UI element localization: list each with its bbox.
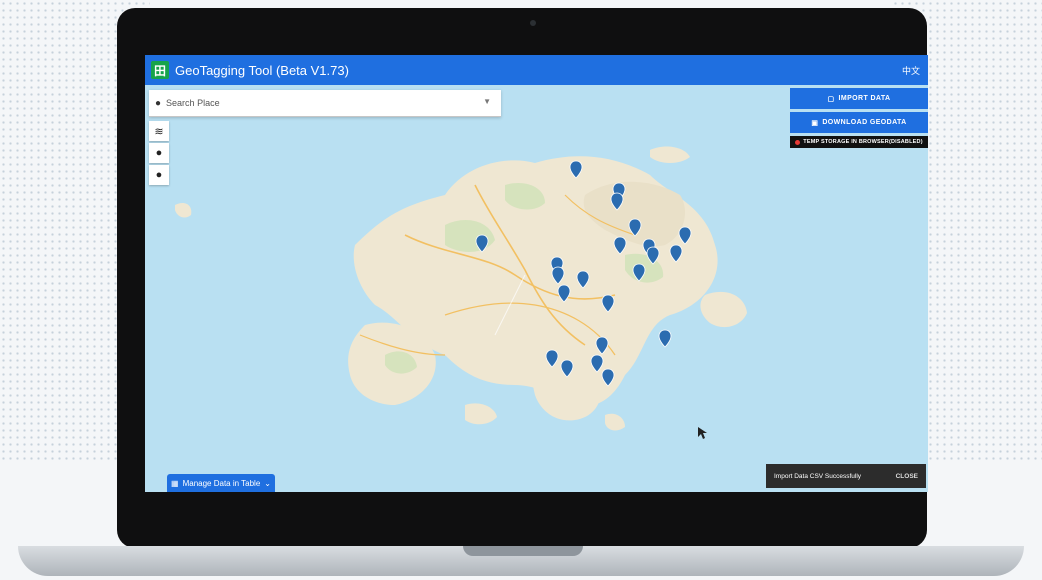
- download-geodata-label: DOWNLOAD GEODATA: [822, 119, 907, 126]
- location-pin-icon[interactable]: ●: [149, 165, 169, 185]
- table-icon: ▦: [171, 478, 179, 488]
- data-panel: ▢ IMPORT DATA ▣ DOWNLOAD GEODATA TEMP ST…: [790, 88, 928, 148]
- chevron-down-icon: ⌄: [264, 478, 271, 488]
- app-screen: 田 GeoTagging Tool (Beta V1.73) 中文 ● Sear…: [145, 55, 928, 492]
- close-button[interactable]: CLOSE: [896, 473, 918, 480]
- snackbar-message: Import Data CSV Successfully: [774, 472, 862, 480]
- app-header: 田 GeoTagging Tool (Beta V1.73) 中文: [145, 55, 928, 85]
- download-geodata-button[interactable]: ▣ DOWNLOAD GEODATA: [790, 112, 928, 133]
- temp-storage-status[interactable]: TEMP STORAGE IN BROWSER(DISABLED): [790, 136, 928, 148]
- app-title: GeoTagging Tool (Beta V1.73): [175, 62, 349, 78]
- file-icon: ▢: [827, 95, 835, 103]
- location-pin-icon[interactable]: ●: [149, 143, 169, 163]
- import-data-label: IMPORT DATA: [838, 95, 891, 102]
- search-input[interactable]: Search Place: [166, 98, 220, 108]
- snackbar: Import Data CSV Successfully CLOSE: [766, 464, 926, 488]
- language-toggle[interactable]: 中文: [902, 64, 920, 77]
- manage-data-button[interactable]: ▦ Manage Data in Table ⌄: [167, 474, 275, 492]
- chevron-down-icon[interactable]: ▼: [483, 97, 491, 106]
- manage-data-label: Manage Data in Table: [182, 478, 261, 488]
- search-box[interactable]: ● Search Place ▼: [149, 90, 501, 117]
- import-data-button[interactable]: ▢ IMPORT DATA: [790, 88, 928, 109]
- location-pin-icon: ●: [155, 97, 162, 109]
- layers-icon[interactable]: ≋: [149, 121, 169, 141]
- status-dot-icon: [795, 139, 801, 145]
- save-icon: ▣: [811, 119, 819, 127]
- map-toolbar: ≋ ● ●: [149, 121, 169, 187]
- temp-storage-label: TEMP STORAGE IN BROWSER(DISABLED): [803, 139, 923, 145]
- laptop-notch: [463, 546, 583, 556]
- laptop-camera: [530, 20, 536, 26]
- app-logo-icon: 田: [151, 61, 169, 79]
